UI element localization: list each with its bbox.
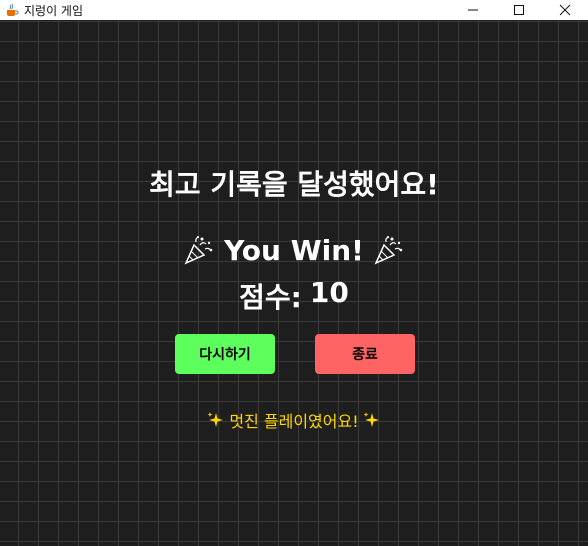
score-display: 점수: 10 — [0, 276, 588, 316]
title-bar[interactable]: 지렁이 게임 — [0, 0, 588, 20]
close-icon[interactable] — [542, 0, 588, 20]
high-score-headline: 최고 기록을 달성했어요! — [149, 168, 439, 201]
sparkles-icon — [207, 411, 225, 429]
minimize-icon[interactable] — [450, 0, 496, 20]
maximize-icon[interactable] — [496, 0, 542, 20]
game-window: 지렁이 게임 최고 기록을 달성했어요! You Win! 점수: 10 다시하… — [0, 0, 588, 546]
window-controls — [450, 0, 588, 20]
window-title: 지렁이 게임 — [24, 3, 84, 18]
quit-button[interactable]: 종료 — [315, 334, 415, 374]
score-value: 10 — [309, 276, 349, 309]
praise-text: 멋진 플레이였어요! — [229, 412, 359, 431]
java-cup-icon — [4, 3, 19, 18]
sparkles-icon — [363, 411, 381, 429]
score-label: 점수: — [239, 281, 302, 314]
retry-button[interactable]: 다시하기 — [175, 334, 275, 374]
party-popper-icon — [372, 233, 406, 267]
praise-message: 멋진 플레이였어요! — [0, 408, 588, 432]
party-popper-icon — [182, 233, 216, 267]
win-banner: You Win! — [0, 233, 588, 267]
win-text: You Win! — [224, 233, 364, 267]
game-board: 최고 기록을 달성했어요! You Win! 점수: 10 다시하기 종료 멋진… — [0, 20, 588, 546]
